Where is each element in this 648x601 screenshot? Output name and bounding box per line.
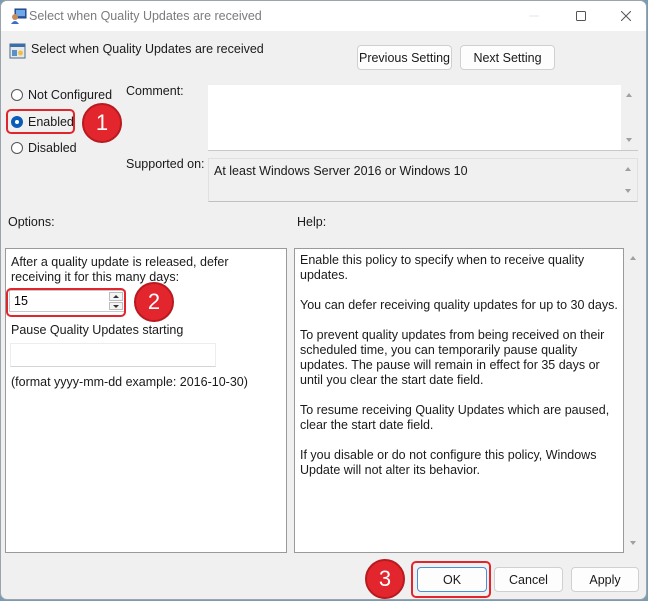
help-label: Help:	[297, 215, 327, 229]
radio-label: Not Configured	[28, 88, 113, 102]
scroll-up-icon[interactable]	[626, 93, 632, 97]
supported-scrollbar[interactable]	[620, 159, 637, 201]
comment-scrollbar[interactable]	[621, 85, 638, 150]
apply-button[interactable]: Apply	[571, 567, 639, 592]
help-text: Enable this policy to specify when to re…	[300, 253, 620, 493]
help-paragraph: You can defer receiving quality updates …	[300, 298, 618, 312]
supported-on-field: At least Windows Server 2016 or Windows …	[208, 158, 638, 202]
radio-not-configured[interactable]: Not Configured	[11, 88, 112, 102]
annotation-badge-2: 2	[134, 282, 174, 322]
window-title: Select when Quality Updates are received	[29, 9, 262, 23]
close-button[interactable]	[603, 1, 646, 31]
scroll-up-icon[interactable]	[625, 167, 631, 171]
maximize-icon	[576, 11, 586, 21]
scroll-down-icon[interactable]	[626, 138, 632, 142]
comment-label: Comment:	[126, 84, 184, 98]
help-panel: Enable this policy to specify when to re…	[294, 248, 624, 553]
supported-on-label: Supported on:	[126, 157, 205, 171]
title-bar: Select when Quality Updates are received	[1, 1, 646, 31]
annotation-badge-1: 1	[82, 103, 122, 143]
scroll-up-icon[interactable]	[630, 256, 636, 260]
previous-setting-button[interactable]: Previous Setting	[357, 45, 452, 70]
annotation-highlight-enabled	[6, 109, 75, 134]
help-paragraph: To resume receiving Quality Updates whic…	[300, 403, 610, 432]
minimize-button[interactable]	[511, 1, 557, 31]
defer-days-description: After a quality update is released, defe…	[11, 255, 229, 284]
annotation-highlight-spinner	[6, 288, 126, 317]
maximize-button[interactable]	[558, 1, 604, 31]
options-label: Options:	[8, 215, 55, 229]
comment-textarea[interactable]	[208, 85, 638, 151]
help-scrollbar[interactable]	[625, 248, 642, 553]
ok-button[interactable]: OK	[417, 567, 487, 592]
radio-label: Disabled	[28, 141, 77, 155]
pause-start-date-input[interactable]	[10, 343, 216, 367]
supported-on-value: At least Windows Server 2016 or Windows …	[214, 164, 468, 178]
policy-setting-icon	[9, 43, 26, 59]
help-paragraph: To prevent quality updates from being re…	[300, 328, 605, 387]
scroll-down-icon[interactable]	[630, 541, 636, 545]
minimize-icon	[529, 15, 539, 17]
radio-disabled[interactable]: Disabled	[11, 141, 77, 155]
cancel-button[interactable]: Cancel	[494, 567, 563, 592]
setting-title: Select when Quality Updates are received	[31, 42, 264, 56]
date-format-hint: (format yyyy-mm-dd example: 2016-10-30)	[11, 375, 248, 389]
next-setting-button[interactable]: Next Setting	[460, 45, 555, 70]
radio-circle	[11, 89, 23, 101]
policy-app-icon	[11, 8, 27, 24]
scroll-down-icon[interactable]	[625, 189, 631, 193]
pause-starting-label: Pause Quality Updates starting	[11, 323, 184, 337]
radio-circle	[11, 142, 23, 154]
help-paragraph: If you disable or do not configure this …	[300, 448, 597, 477]
policy-dialog: Select when Quality Updates are received…	[0, 0, 647, 600]
annotation-badge-3: 3	[365, 559, 405, 599]
close-icon	[621, 11, 631, 21]
help-paragraph: Enable this policy to specify when to re…	[300, 253, 585, 282]
